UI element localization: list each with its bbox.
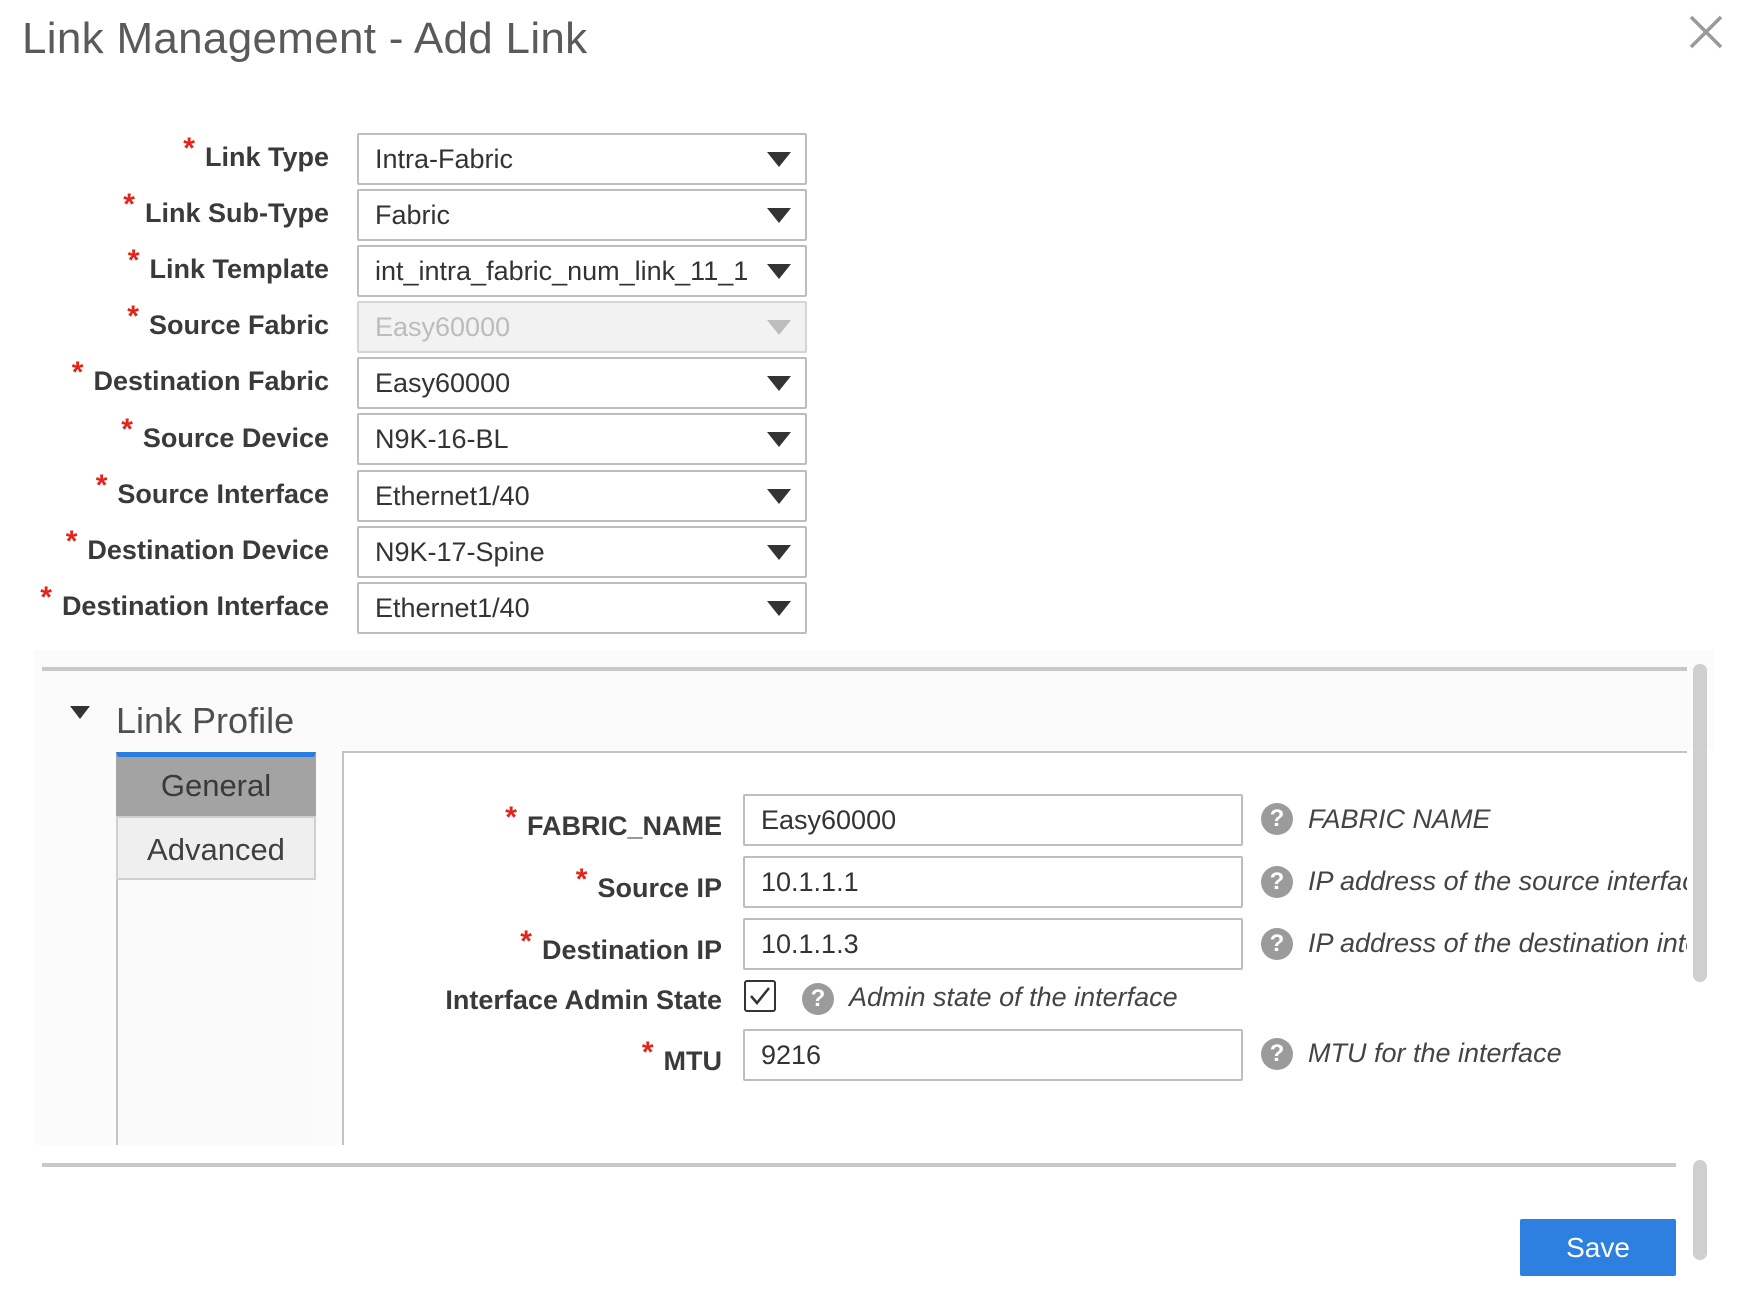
help-text-admin-state: Admin state of the interface — [849, 982, 1178, 1012]
fabric-name-field[interactable]: Easy60000 — [743, 794, 1243, 846]
dialog-title: Link Management - Add Link — [22, 14, 588, 63]
chevron-down-icon — [767, 320, 791, 335]
divider-top — [42, 667, 1687, 671]
label-source-ip: * Source IP — [575, 863, 722, 903]
chevron-down-icon — [767, 264, 791, 279]
label-source-interface: * Source Interface — [95, 469, 329, 509]
source-fabric-select: Easy60000 — [357, 301, 807, 353]
checkmark-icon — [750, 987, 770, 1005]
link-template-select[interactable]: int_intra_fabric_num_link_11_1 — [357, 245, 807, 297]
chevron-down-icon — [767, 545, 791, 560]
tab-advanced[interactable]: Advanced — [116, 816, 316, 880]
help-text-fabric-name: FABRIC NAME — [1308, 804, 1491, 834]
source-interface-select[interactable]: Ethernet1/40 — [357, 470, 807, 522]
help-icon[interactable]: ? — [1261, 866, 1293, 898]
chevron-down-icon — [767, 601, 791, 616]
label-link-sub-type: * Link Sub-Type — [123, 188, 329, 228]
destination-ip-field[interactable]: 10.1.1.3 — [743, 918, 1243, 970]
label-destination-fabric: * Destination Fabric — [71, 356, 329, 396]
destination-interface-select[interactable]: Ethernet1/40 — [357, 582, 807, 634]
tab-general[interactable]: General — [116, 752, 316, 816]
label-destination-interface: * Destination Interface — [40, 581, 329, 621]
mtu-field[interactable]: 9216 — [743, 1029, 1243, 1081]
help-text-mtu: MTU for the interface — [1308, 1038, 1562, 1068]
link-sub-type-select[interactable]: Fabric — [357, 189, 807, 241]
help-icon[interactable]: ? — [1261, 803, 1293, 835]
chevron-down-icon — [767, 208, 791, 223]
link-type-select[interactable]: Intra-Fabric — [357, 133, 807, 185]
help-text-source-ip: IP address of the source interface — [1308, 866, 1711, 896]
panel-scrollbar-track[interactable] — [1693, 664, 1707, 982]
label-destination-device: * Destination Device — [65, 525, 329, 565]
dialog-scrollbar[interactable] — [1693, 1160, 1707, 1260]
label-destination-ip: * Destination IP — [520, 925, 722, 965]
label-source-fabric: * Source Fabric — [127, 300, 329, 340]
label-fabric-name: * FABRIC_NAME — [505, 801, 722, 841]
source-device-select[interactable]: N9K-16-BL — [357, 413, 807, 465]
label-mtu: * MTU — [641, 1036, 722, 1076]
destination-device-select[interactable]: N9K-17-Spine — [357, 526, 807, 578]
help-icon[interactable]: ? — [802, 983, 834, 1015]
label-interface-admin-state: Interface Admin State — [445, 985, 722, 1015]
label-source-device: * Source Device — [121, 413, 329, 453]
collapse-triangle-icon[interactable] — [70, 706, 90, 719]
link-profile-title: Link Profile — [116, 700, 295, 741]
help-icon[interactable]: ? — [1261, 1038, 1293, 1070]
help-icon[interactable]: ? — [1261, 928, 1293, 960]
source-ip-field[interactable]: 10.1.1.1 — [743, 856, 1243, 908]
close-icon[interactable] — [1688, 14, 1724, 50]
chevron-down-icon — [767, 152, 791, 167]
help-text-destination-ip: IP address of the destination interface — [1308, 928, 1738, 958]
destination-fabric-select[interactable]: Easy60000 — [357, 357, 807, 409]
chevron-down-icon — [767, 489, 791, 504]
save-button[interactable]: Save — [1520, 1219, 1676, 1276]
label-link-type: * Link Type — [183, 132, 329, 172]
label-link-template: * Link Template — [127, 244, 329, 284]
chevron-down-icon — [767, 432, 791, 447]
divider-bottom — [42, 1163, 1676, 1167]
chevron-down-icon — [767, 376, 791, 391]
interface-admin-state-checkbox[interactable] — [744, 980, 776, 1012]
